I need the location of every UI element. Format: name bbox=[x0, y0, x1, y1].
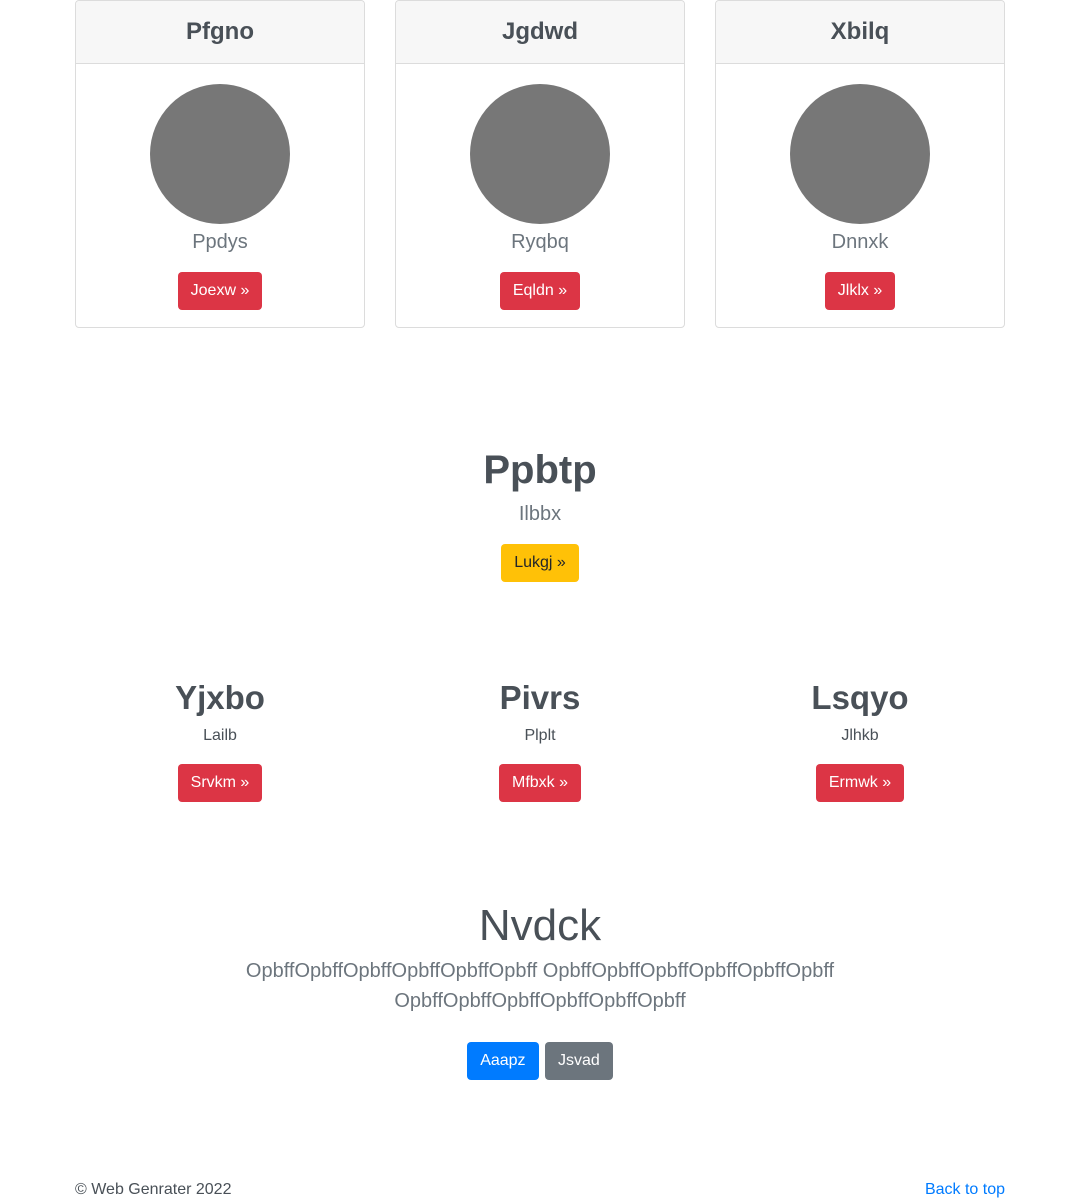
card: Xbilq Dnnxk Jlklx » bbox=[715, 0, 1005, 328]
main-container: Pfgno Ppdys Joexw » Jgdwd Ryqbq Eqldn » … bbox=[75, 0, 1005, 1080]
column-text: Plplt bbox=[524, 727, 556, 744]
column-text: Lailb bbox=[203, 727, 237, 744]
back-to-top-link[interactable]: Back to top bbox=[925, 1179, 1005, 1201]
column-text: Jlhkb bbox=[841, 727, 879, 744]
avatar-placeholder-image bbox=[470, 84, 610, 224]
avatar-placeholder-image bbox=[150, 84, 290, 224]
card-button[interactable]: Jlklx » bbox=[824, 272, 896, 310]
card-title: Pfgno bbox=[76, 1, 364, 64]
card-subtitle: Ppdys bbox=[192, 231, 248, 253]
secondary-button[interactable]: Jsvad bbox=[545, 1042, 613, 1080]
card-body: Ppdys Joexw » bbox=[76, 64, 364, 310]
columns-row: Yjxbo Lailb Srvkm » Pivrs Plplt Mfbxk » … bbox=[75, 678, 1005, 802]
column-button[interactable]: Srvkm » bbox=[177, 764, 263, 802]
avatar-placeholder-image bbox=[790, 84, 930, 224]
column-title: Pivrs bbox=[499, 679, 581, 716]
card-body: Dnnxk Jlklx » bbox=[716, 64, 1004, 310]
card: Jgdwd Ryqbq Eqldn » bbox=[395, 0, 685, 328]
column-title: Lsqyo bbox=[811, 679, 909, 716]
card-subtitle: Dnnxk bbox=[831, 231, 889, 253]
card-body: Ryqbq Eqldn » bbox=[396, 64, 684, 310]
jumbotron-buttons: Aaapz Jsvad bbox=[75, 1042, 1005, 1080]
jumbotron-title: Nvdck bbox=[478, 901, 602, 950]
column-button[interactable]: Ermwk » bbox=[815, 764, 905, 802]
feature-title: Ppbtp bbox=[483, 448, 597, 492]
jumbotron-section: Nvdck OpbffOpbffOpbffOpbffOpbffOpbff Opb… bbox=[75, 900, 1005, 1080]
column: Pivrs Plplt Mfbxk » bbox=[395, 678, 685, 802]
column: Lsqyo Jlhkb Ermwk » bbox=[715, 678, 1005, 802]
jumbotron-text: OpbffOpbffOpbffOpbffOpbffOpbff OpbffOpbf… bbox=[245, 960, 835, 1012]
column-button[interactable]: Mfbxk » bbox=[498, 764, 581, 802]
feature-subtitle: Ilbbx bbox=[518, 503, 562, 525]
card-button[interactable]: Joexw » bbox=[177, 272, 263, 310]
card-subtitle: Ryqbq bbox=[511, 231, 569, 253]
cards-row: Pfgno Ppdys Joexw » Jgdwd Ryqbq Eqldn » … bbox=[75, 0, 1005, 328]
column-title: Yjxbo bbox=[175, 679, 265, 716]
card: Pfgno Ppdys Joexw » bbox=[75, 0, 365, 328]
primary-button[interactable]: Aaapz bbox=[467, 1042, 539, 1080]
feature-section: Ppbtp Ilbbx Lukgj » bbox=[75, 446, 1005, 582]
copyright-text: © Web Genrater 2022 bbox=[75, 1181, 232, 1198]
card-button[interactable]: Eqldn » bbox=[499, 272, 581, 310]
column: Yjxbo Lailb Srvkm » bbox=[75, 678, 365, 802]
footer: © Web Genrater 2022 Back to top bbox=[75, 1179, 1005, 1201]
feature-button[interactable]: Lukgj » bbox=[501, 544, 579, 582]
card-title: Xbilq bbox=[716, 1, 1004, 64]
card-title: Jgdwd bbox=[396, 1, 684, 64]
